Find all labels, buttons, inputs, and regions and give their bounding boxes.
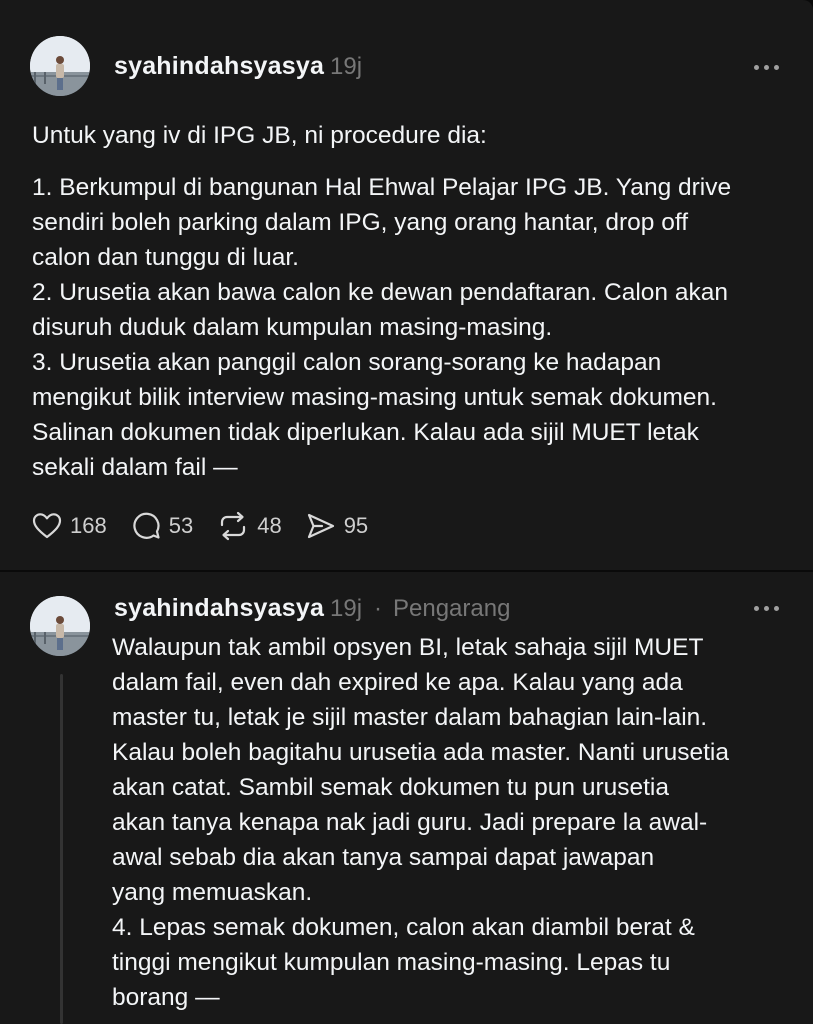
heart-icon — [32, 513, 62, 539]
share-button[interactable]: 95 — [306, 512, 368, 540]
avatar-image — [30, 596, 90, 656]
avatar-image — [30, 36, 90, 96]
reply-count: 53 — [168, 513, 194, 538]
reply-body-text: Walaupun tak ambil opsyen BI, letak saha… — [112, 634, 729, 1011]
reply-button[interactable]: 53 — [131, 511, 193, 541]
repost-count: 48 — [257, 513, 282, 538]
send-icon — [307, 513, 334, 539]
post-time: 19j — [330, 53, 363, 80]
thread-line — [60, 674, 63, 1024]
separator-dot: · — [374, 595, 382, 622]
username[interactable]: syahindahsyasya — [114, 594, 324, 623]
username[interactable]: syahindahsyasya — [114, 52, 324, 81]
author-badge: Pengarang — [393, 595, 511, 622]
repost-icon — [221, 511, 246, 541]
post-body-text: 1. Berkumpul di bangunan Hal Ehwal Pelaj… — [32, 174, 732, 481]
like-button[interactable]: 168 — [32, 512, 107, 540]
post-intro-text: Untuk yang iv di IPG JB, ni procedure di… — [32, 122, 487, 149]
like-count: 168 — [70, 513, 107, 538]
more-horizontal-icon[interactable] — [748, 598, 784, 618]
post-actions: 168 53 48 95 — [32, 508, 392, 544]
comment-icon — [133, 512, 160, 539]
repost-button[interactable]: 48 — [217, 511, 282, 541]
reply-time: 19j — [330, 595, 363, 622]
avatar[interactable] — [30, 596, 90, 656]
avatar[interactable] — [30, 36, 90, 96]
more-horizontal-icon[interactable] — [748, 57, 784, 77]
thread-post: syahindahsyasya 19j Untuk yang iv di IPG… — [0, 0, 813, 570]
share-count: 95 — [343, 513, 369, 538]
